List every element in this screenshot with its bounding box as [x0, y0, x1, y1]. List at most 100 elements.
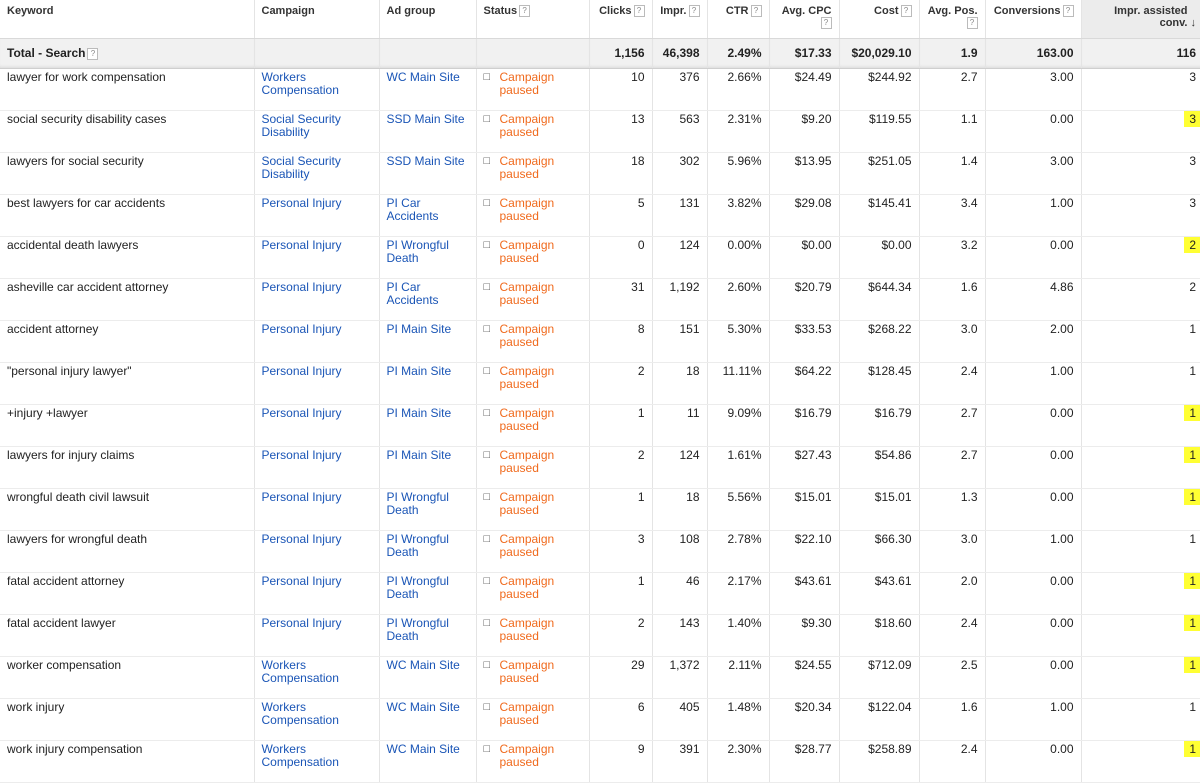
status-text[interactable]: Campaign paused — [500, 700, 582, 727]
status-text[interactable]: Campaign paused — [500, 70, 582, 97]
ad-group-link[interactable]: WC Main Site — [387, 658, 460, 672]
status-text[interactable]: Campaign paused — [500, 532, 582, 559]
col-header-conversions[interactable]: Conversions? — [985, 0, 1082, 39]
campaign-link[interactable]: Workers Compensation — [262, 658, 339, 685]
keyword-cell[interactable]: lawyer for work compensation — [0, 68, 255, 111]
col-header-ad-group[interactable]: Ad group — [379, 0, 477, 39]
keyword-cell[interactable]: social security disability cases — [0, 110, 255, 153]
speech-bubble-icon[interactable]: □ — [484, 323, 498, 349]
table-row[interactable]: accidental death lawyers Personal Injury P… — [0, 236, 1200, 279]
keyword-cell[interactable]: work injury compensation — [0, 740, 255, 783]
table-row[interactable]: work injury compensation Workers Compensa… — [0, 740, 1200, 783]
col-header-campaign[interactable]: Campaign — [254, 0, 380, 39]
campaign-link[interactable]: Personal Injury — [262, 448, 342, 462]
col-header-impr[interactable]: Impr.? — [652, 0, 708, 39]
ad-group-link[interactable]: PI Wrongful Death — [387, 238, 449, 265]
keyword-text[interactable]: asheville car accident attorney — [7, 280, 168, 294]
keyword-text[interactable]: lawyers for injury claims — [7, 448, 134, 462]
table-row[interactable]: social security disability cases Social S… — [0, 110, 1200, 153]
campaign-link[interactable]: Workers Compensation — [262, 70, 339, 97]
status-text[interactable]: Campaign paused — [500, 574, 582, 601]
campaign-link[interactable]: Personal Injury — [262, 490, 342, 504]
ad-group-link[interactable]: PI Car Accidents — [387, 196, 439, 223]
help-icon[interactable]: ? — [633, 5, 645, 18]
help-icon[interactable]: ? — [87, 47, 99, 60]
ad-group-link[interactable]: WC Main Site — [387, 742, 460, 756]
keyword-cell[interactable]: best lawyers for car accidents — [0, 194, 255, 237]
keyword-text[interactable]: work injury — [7, 700, 64, 714]
keyword-cell[interactable]: lawyers for wrongful death — [0, 530, 255, 573]
keyword-cell[interactable]: asheville car accident attorney — [0, 278, 255, 321]
status-text[interactable]: Campaign paused — [500, 490, 582, 517]
keyword-text[interactable]: lawyers for social security — [7, 154, 144, 168]
keyword-text[interactable]: lawyer for work compensation — [7, 70, 166, 84]
ad-group-link[interactable]: WC Main Site — [387, 70, 460, 84]
campaign-link[interactable]: Personal Injury — [262, 406, 342, 420]
help-icon[interactable]: ? — [900, 5, 912, 18]
campaign-link[interactable]: Personal Injury — [262, 238, 342, 252]
speech-bubble-icon[interactable]: □ — [484, 197, 498, 223]
table-row[interactable]: asheville car accident attorney Personal … — [0, 278, 1200, 321]
speech-bubble-icon[interactable]: □ — [484, 743, 498, 769]
keyword-text[interactable]: social security disability cases — [7, 112, 166, 126]
speech-bubble-icon[interactable]: □ — [484, 281, 498, 307]
col-header-impr-assisted[interactable]: Impr. assisted conv. ↓ — [1081, 0, 1200, 39]
speech-bubble-icon[interactable]: □ — [484, 575, 498, 601]
keyword-text[interactable]: +injury +lawyer — [7, 406, 88, 420]
speech-bubble-icon[interactable]: □ — [484, 701, 498, 727]
status-text[interactable]: Campaign paused — [500, 448, 582, 475]
col-header-avg-pos[interactable]: Avg. Pos.? — [919, 0, 986, 39]
ad-group-link[interactable]: PI Wrongful Death — [387, 616, 449, 643]
keyword-text[interactable]: work injury compensation — [7, 742, 142, 756]
keyword-text[interactable]: best lawyers for car accidents — [7, 196, 165, 210]
help-icon[interactable]: ? — [966, 17, 978, 30]
keyword-text[interactable]: fatal accident lawyer — [7, 616, 116, 630]
campaign-link[interactable]: Personal Injury — [262, 616, 342, 630]
keyword-text[interactable]: fatal accident attorney — [7, 574, 124, 588]
keyword-cell[interactable]: worker compensation — [0, 656, 255, 699]
status-text[interactable]: Campaign paused — [500, 364, 582, 391]
keyword-cell[interactable]: work injury — [0, 698, 255, 741]
ad-group-link[interactable]: PI Wrongful Death — [387, 490, 449, 517]
status-text[interactable]: Campaign paused — [500, 238, 582, 265]
speech-bubble-icon[interactable]: □ — [484, 113, 498, 139]
speech-bubble-icon[interactable]: □ — [484, 659, 498, 685]
ad-group-link[interactable]: SSD Main Site — [387, 154, 465, 168]
keyword-cell[interactable]: accidental death lawyers — [0, 236, 255, 279]
keyword-text[interactable]: accidental death lawyers — [7, 238, 138, 252]
speech-bubble-icon[interactable]: □ — [484, 155, 498, 181]
speech-bubble-icon[interactable]: □ — [484, 239, 498, 265]
keyword-cell[interactable]: accident attorney — [0, 320, 255, 363]
campaign-link[interactable]: Personal Injury — [262, 322, 342, 336]
campaign-link[interactable]: Workers Compensation — [262, 700, 339, 727]
ad-group-link[interactable]: PI Wrongful Death — [387, 532, 449, 559]
table-row[interactable]: fatal accident lawyer Personal Injury PI W… — [0, 614, 1200, 657]
campaign-link[interactable]: Personal Injury — [262, 280, 342, 294]
col-header-clicks[interactable]: Clicks? — [589, 0, 653, 39]
table-row[interactable]: +injury +lawyer Personal Injury PI Main Si… — [0, 404, 1200, 447]
keyword-text[interactable]: lawyers for wrongful death — [7, 532, 147, 546]
status-text[interactable]: Campaign paused — [500, 322, 582, 349]
help-icon[interactable]: ? — [1062, 5, 1074, 18]
help-icon[interactable]: ? — [820, 17, 832, 30]
help-icon[interactable]: ? — [688, 5, 700, 18]
status-text[interactable]: Campaign paused — [500, 658, 582, 685]
ad-group-link[interactable]: PI Main Site — [387, 448, 452, 462]
keyword-cell[interactable]: wrongful death civil lawsuit — [0, 488, 255, 531]
table-row[interactable]: lawyers for wrongful death Personal Injur… — [0, 530, 1200, 573]
campaign-link[interactable]: Social Security Disability — [262, 112, 341, 139]
table-row[interactable]: lawyers for injury claims Personal Injury… — [0, 446, 1200, 489]
keyword-text[interactable]: accident attorney — [7, 322, 98, 336]
keyword-cell[interactable]: +injury +lawyer — [0, 404, 255, 447]
status-text[interactable]: Campaign paused — [500, 406, 582, 433]
col-header-keyword[interactable]: Keyword — [0, 0, 255, 39]
table-row[interactable]: fatal accident attorney Personal Injury PI… — [0, 572, 1200, 615]
ad-group-link[interactable]: WC Main Site — [387, 700, 460, 714]
table-row[interactable]: work injury Workers Compensation WC Main S… — [0, 698, 1200, 741]
status-text[interactable]: Campaign paused — [500, 196, 582, 223]
speech-bubble-icon[interactable]: □ — [484, 533, 498, 559]
campaign-link[interactable]: Personal Injury — [262, 196, 342, 210]
table-row[interactable]: wrongful death civil lawsuit Personal Inj… — [0, 488, 1200, 531]
keyword-cell[interactable]: fatal accident attorney — [0, 572, 255, 615]
keyword-cell[interactable]: "personal injury lawyer" — [0, 362, 255, 405]
